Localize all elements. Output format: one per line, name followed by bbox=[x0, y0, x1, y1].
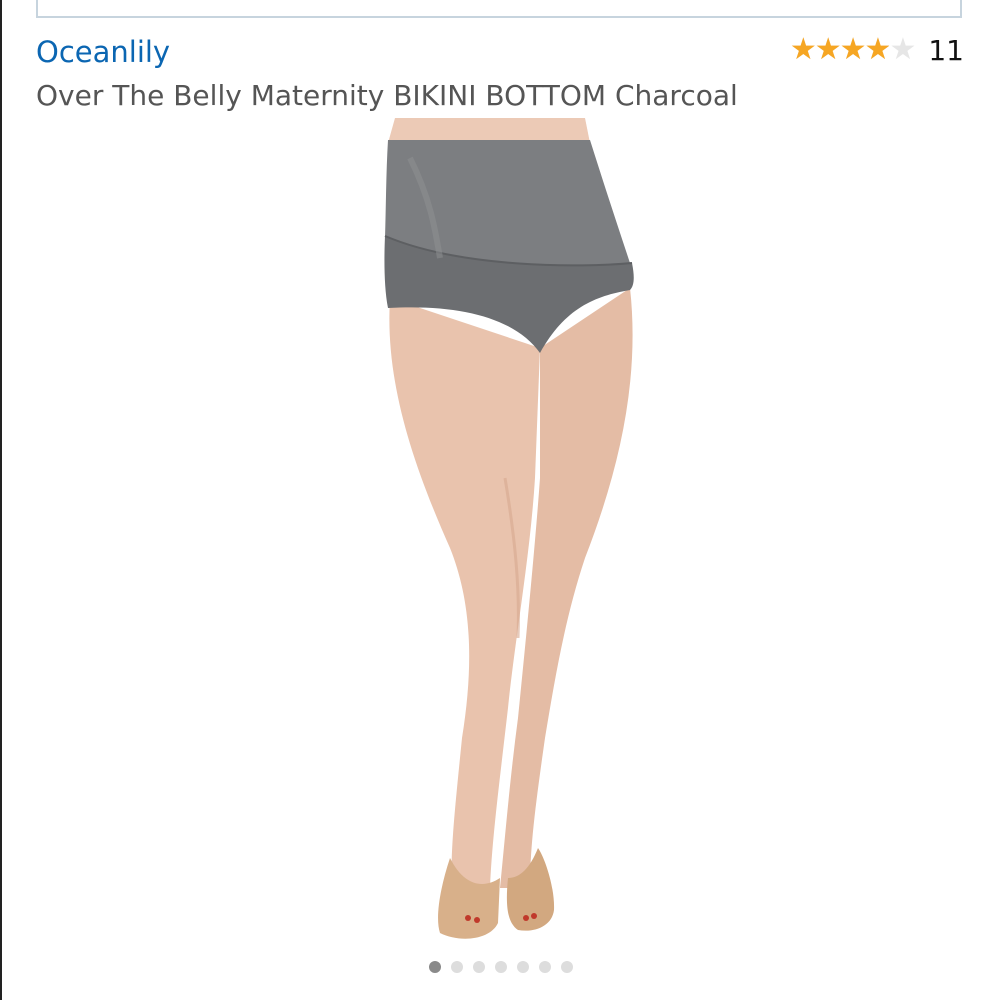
carousel-dot[interactable] bbox=[429, 961, 441, 973]
search-box-bottom[interactable] bbox=[36, 0, 962, 18]
brand-link[interactable]: Oceanlily bbox=[36, 34, 170, 70]
rating[interactable]: ★★★★★ ★★★★★ 11 bbox=[790, 30, 964, 70]
carousel-dot[interactable] bbox=[495, 961, 507, 973]
product-title: Over The Belly Maternity BIKINI BOTTOM C… bbox=[36, 79, 738, 112]
image-carousel-dots[interactable] bbox=[429, 961, 573, 973]
product-photo[interactable] bbox=[340, 118, 660, 948]
product-page: Oceanlily ★★★★★ ★★★★★ 11 Over The Belly … bbox=[0, 0, 1000, 1000]
torso bbox=[388, 118, 590, 143]
carousel-dot[interactable] bbox=[473, 961, 485, 973]
star-rating-icon: ★★★★★ ★★★★★ bbox=[789, 32, 916, 67]
carousel-dot[interactable] bbox=[451, 961, 463, 973]
swim-bottom-waistband bbox=[385, 140, 630, 266]
carousel-dot[interactable] bbox=[539, 961, 551, 973]
carousel-dot[interactable] bbox=[561, 961, 573, 973]
screen-edge bbox=[0, 0, 2, 1000]
review-count[interactable]: 11 bbox=[928, 34, 964, 67]
carousel-dot[interactable] bbox=[517, 961, 529, 973]
